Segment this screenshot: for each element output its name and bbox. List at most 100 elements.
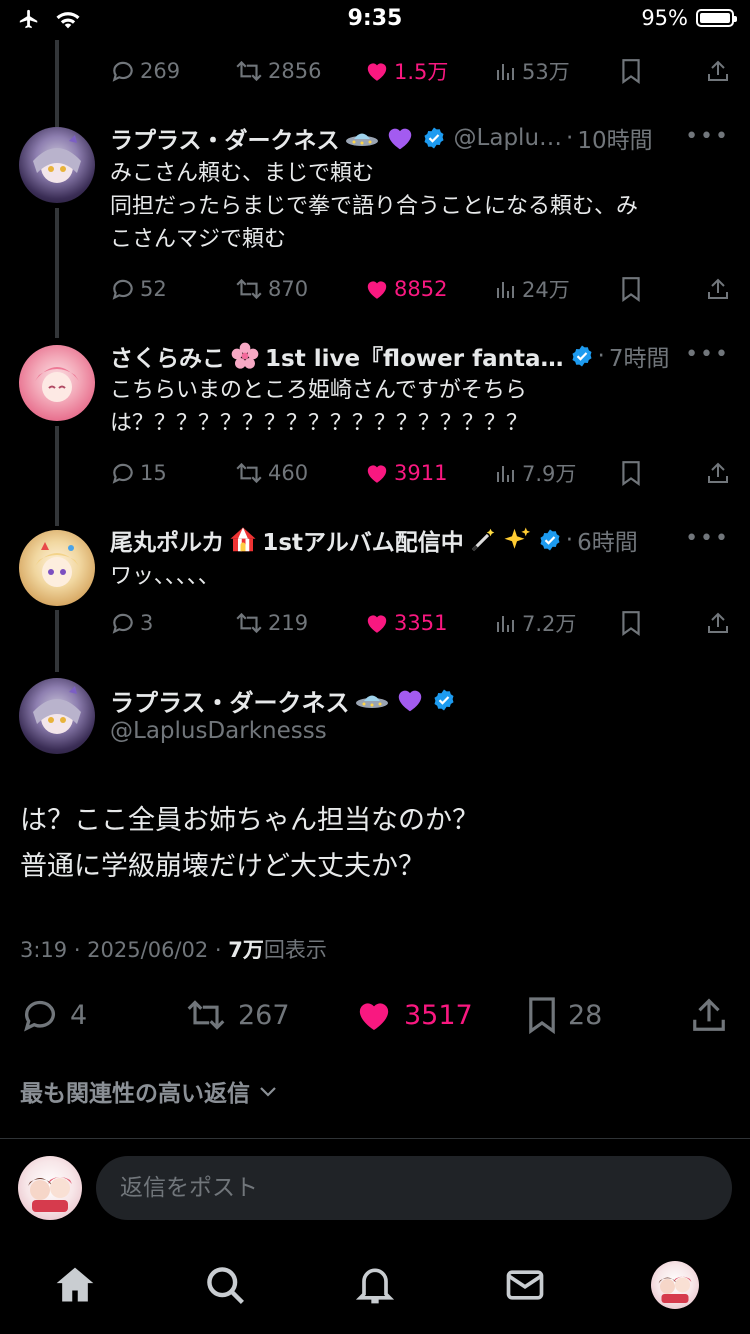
tab-search[interactable] bbox=[200, 1260, 250, 1310]
reply-button[interactable]: 4 bbox=[20, 990, 87, 1040]
reply-button[interactable]: 15 bbox=[110, 456, 167, 490]
retweet-button[interactable]: 870 bbox=[234, 272, 308, 306]
share-icon bbox=[708, 612, 728, 633]
tab-notifications[interactable] bbox=[350, 1260, 400, 1310]
handle[interactable]: @Laplu… bbox=[454, 125, 562, 151]
tab-profile[interactable] bbox=[650, 1260, 700, 1310]
search-icon bbox=[207, 1267, 244, 1304]
display-name-suffix[interactable]: 1stアルバム配信中 bbox=[262, 523, 463, 557]
like-button[interactable]: 1.5万 bbox=[364, 54, 448, 88]
views-button[interactable]: 24万 bbox=[494, 272, 570, 306]
like-count: 3351 bbox=[394, 611, 448, 635]
thread-line bbox=[55, 610, 59, 672]
bookmark-button[interactable] bbox=[620, 54, 642, 88]
share-icon bbox=[708, 462, 728, 483]
reply-button[interactable]: 3 bbox=[110, 606, 153, 640]
reply-button[interactable]: 52 bbox=[110, 272, 167, 306]
tweet-actions: 15 460 3911 7.9万 bbox=[110, 456, 730, 490]
display-name[interactable]: ラプラス・ダークネス bbox=[110, 683, 350, 718]
share-button[interactable] bbox=[690, 990, 728, 1040]
timestamp[interactable]: 7時間 bbox=[609, 339, 670, 373]
cherry-blossom-icon bbox=[229, 340, 261, 372]
thread-line bbox=[55, 208, 59, 338]
main-author[interactable]: ラプラス・ダークネス bbox=[110, 682, 456, 718]
bookmark-button[interactable] bbox=[620, 456, 642, 490]
comment-icon bbox=[112, 61, 133, 82]
retweet-button[interactable]: 267 bbox=[184, 990, 290, 1040]
views-icon bbox=[497, 282, 514, 298]
more-icon[interactable]: ••• bbox=[685, 124, 730, 149]
bookmark-button[interactable] bbox=[620, 606, 642, 640]
tweet-header: 尾丸ポルカ 1stアルバム配信中 · 6時間 bbox=[110, 522, 724, 558]
avatar-user bbox=[28, 1177, 72, 1212]
tweet-text: ワッ、、、、、 bbox=[110, 564, 220, 589]
ufo-icon bbox=[344, 126, 380, 150]
ufo-icon bbox=[354, 688, 390, 712]
views-button[interactable]: 7.2万 bbox=[494, 606, 576, 640]
tab-messages[interactable] bbox=[500, 1260, 550, 1310]
circus-tent-icon bbox=[228, 525, 258, 555]
display-name[interactable]: 尾丸ポルカ bbox=[110, 523, 224, 557]
like-button[interactable]: 3911 bbox=[364, 456, 447, 490]
retweet-button[interactable]: 460 bbox=[234, 456, 308, 490]
like-count: 3517 bbox=[404, 999, 473, 1031]
bookmark-icon bbox=[622, 611, 640, 636]
tweet-time[interactable]: 3:19 · 2025/06/02 · bbox=[20, 938, 228, 962]
reply-sort-dropdown[interactable]: 最も関連性の高い返信 bbox=[20, 1074, 280, 1108]
share-button[interactable] bbox=[706, 272, 730, 306]
avatar bbox=[651, 1261, 699, 1309]
retweet-button[interactable]: 2856 bbox=[234, 54, 321, 88]
handle[interactable]: @LaplusDarknesss bbox=[110, 718, 327, 744]
share-icon bbox=[708, 278, 728, 299]
like-button[interactable]: 8852 bbox=[364, 272, 447, 306]
verified-icon bbox=[434, 689, 454, 711]
views-count: 24万 bbox=[522, 278, 570, 302]
retweet-icon bbox=[236, 612, 262, 634]
heart-icon bbox=[367, 281, 387, 299]
avatar[interactable] bbox=[18, 1156, 82, 1220]
reply-field[interactable] bbox=[96, 1156, 732, 1220]
bookmark-button[interactable]: 28 bbox=[526, 990, 602, 1040]
avatar[interactable] bbox=[19, 678, 95, 754]
views-button[interactable]: 7.9万 bbox=[494, 456, 576, 490]
retweet-count: 2856 bbox=[268, 59, 322, 83]
share-button[interactable] bbox=[706, 456, 730, 490]
display-name-suffix[interactable]: 1st live『flower fanta… bbox=[265, 339, 564, 373]
bookmark-icon bbox=[622, 461, 640, 486]
avatar[interactable] bbox=[19, 127, 95, 203]
share-icon bbox=[693, 998, 725, 1031]
purple-heart-icon bbox=[384, 123, 416, 153]
tab-home[interactable] bbox=[50, 1260, 100, 1310]
display-name[interactable]: さくらみこ bbox=[110, 339, 225, 373]
timestamp[interactable]: 10時間 bbox=[577, 121, 652, 155]
main-actions: 4 267 3517 28 bbox=[0, 990, 750, 1040]
like-button[interactable]: 3351 bbox=[364, 606, 447, 640]
views-button[interactable]: 53万 bbox=[494, 54, 570, 88]
views-count: 7.9万 bbox=[522, 462, 577, 486]
avatar-laplus bbox=[33, 686, 81, 734]
timestamp[interactable]: 6時間 bbox=[577, 523, 638, 557]
more-icon[interactable]: ••• bbox=[685, 526, 730, 551]
share-button[interactable] bbox=[706, 606, 730, 640]
more-icon[interactable]: ••• bbox=[685, 342, 730, 367]
like-button[interactable]: 3517 bbox=[354, 990, 473, 1040]
reply-input[interactable] bbox=[96, 1156, 732, 1220]
bookmark-button[interactable] bbox=[620, 272, 642, 306]
share-button[interactable] bbox=[706, 54, 730, 88]
reply-count: 269 bbox=[140, 59, 181, 83]
like-count: 1.5万 bbox=[394, 60, 449, 84]
display-name[interactable]: ラプラス・ダークネス bbox=[110, 121, 340, 155]
heart-icon bbox=[359, 1003, 389, 1030]
retweet-count: 870 bbox=[268, 277, 309, 301]
views-count: 7万 bbox=[228, 938, 264, 962]
avatar[interactable] bbox=[19, 530, 95, 606]
views-count: 53万 bbox=[522, 60, 570, 84]
reply-button[interactable]: 269 bbox=[110, 54, 180, 88]
heart-icon bbox=[367, 465, 387, 483]
retweet-button[interactable]: 219 bbox=[234, 606, 308, 640]
avatar-laplus bbox=[33, 135, 81, 183]
battery-icon bbox=[696, 9, 737, 27]
bell-icon bbox=[355, 1268, 395, 1304]
views-icon bbox=[497, 466, 514, 482]
avatar[interactable] bbox=[19, 345, 95, 421]
